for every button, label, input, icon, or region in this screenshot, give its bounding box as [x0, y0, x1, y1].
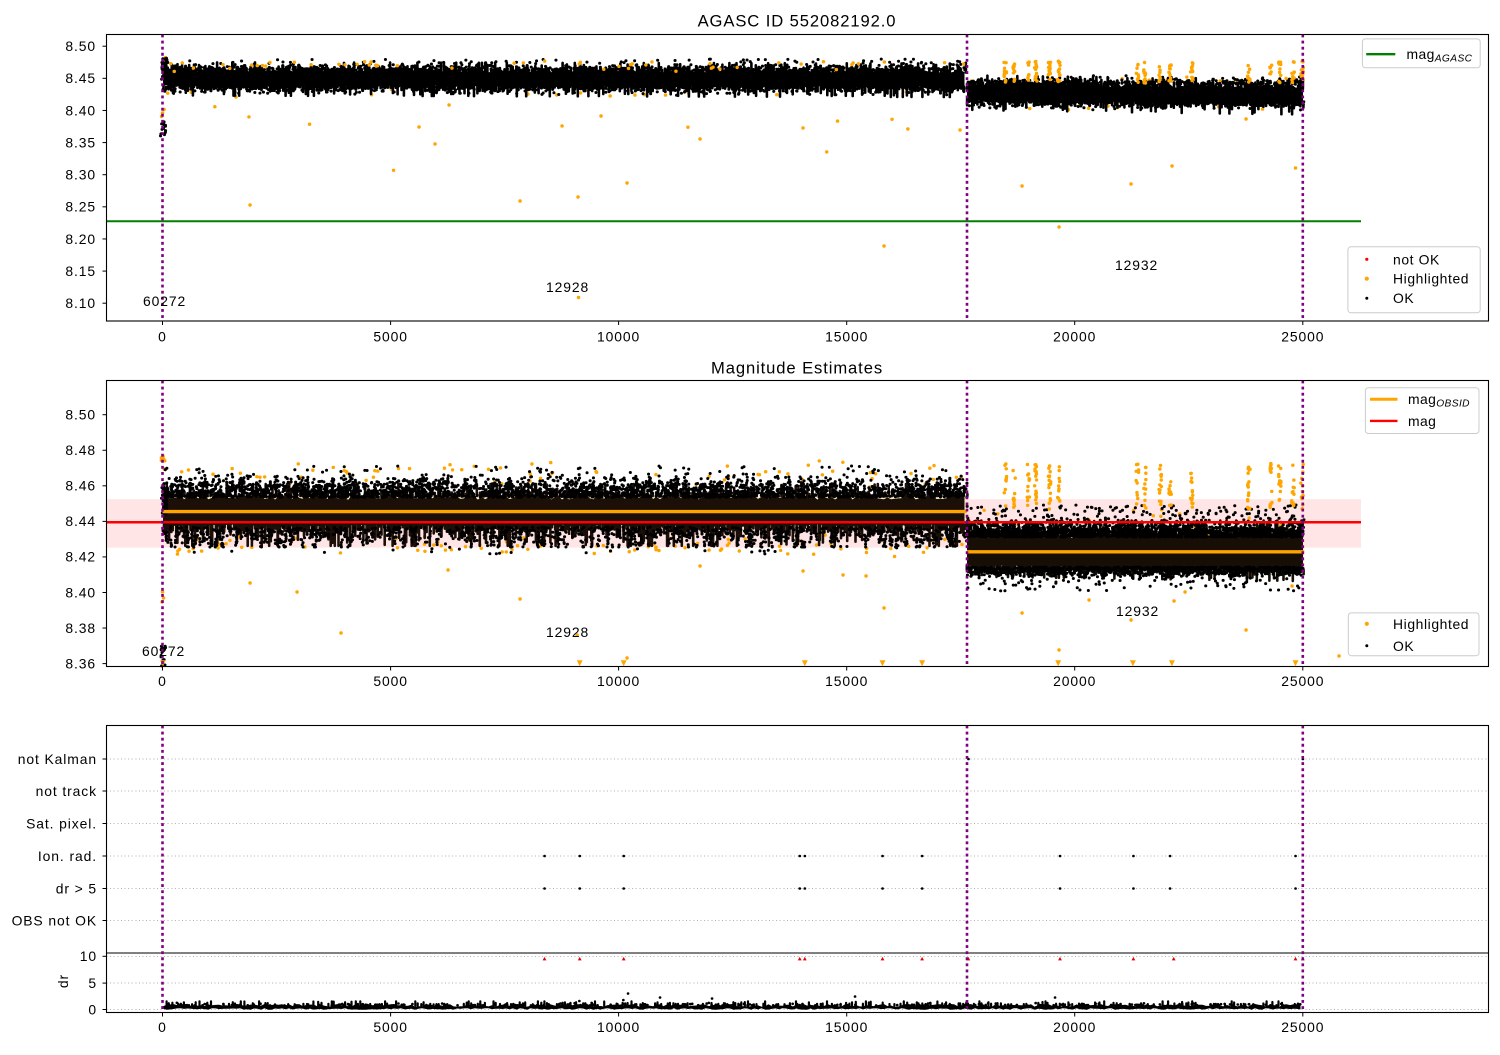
- svg-text:dr: dr: [55, 974, 71, 988]
- svg-text:8.15: 8.15: [65, 263, 96, 279]
- svg-text:10000: 10000: [597, 673, 640, 689]
- svg-text:Magnitude Estimates: Magnitude Estimates: [711, 358, 883, 377]
- svg-text:20000: 20000: [1053, 328, 1096, 344]
- svg-text:0: 0: [88, 1001, 97, 1017]
- svg-text:8.46: 8.46: [65, 478, 96, 494]
- svg-text:8.50: 8.50: [65, 407, 96, 423]
- svg-text:8.25: 8.25: [65, 199, 96, 215]
- svg-text:20000: 20000: [1053, 673, 1096, 689]
- svg-text:12928: 12928: [546, 279, 589, 295]
- svg-text:AGASC ID 552082192.0: AGASC ID 552082192.0: [698, 12, 897, 31]
- svg-text:25000: 25000: [1281, 328, 1324, 344]
- svg-text:15000: 15000: [825, 328, 868, 344]
- svg-text:8.36: 8.36: [65, 655, 96, 671]
- svg-text:dr > 5: dr > 5: [56, 880, 97, 896]
- svg-text:Highlighted: Highlighted: [1393, 271, 1469, 287]
- svg-text:5000: 5000: [373, 673, 408, 689]
- svg-text:Highlighted: Highlighted: [1393, 616, 1469, 632]
- svg-text:Ion. rad.: Ion. rad.: [38, 848, 97, 864]
- svg-text:8.40: 8.40: [65, 584, 96, 600]
- svg-text:0: 0: [158, 328, 167, 344]
- svg-text:8.42: 8.42: [65, 549, 96, 565]
- svg-text:8.38: 8.38: [65, 620, 96, 636]
- svg-text:25000: 25000: [1281, 673, 1324, 689]
- svg-text:10000: 10000: [597, 1019, 640, 1035]
- svg-text:not Kalman: not Kalman: [18, 751, 97, 767]
- svg-text:8.30: 8.30: [65, 167, 96, 183]
- svg-text:8.44: 8.44: [65, 513, 96, 529]
- svg-text:8.48: 8.48: [65, 442, 96, 458]
- svg-text:OK: OK: [1393, 638, 1414, 654]
- svg-text:8.45: 8.45: [65, 70, 96, 86]
- svg-text:8.40: 8.40: [65, 102, 96, 118]
- svg-text:25000: 25000: [1281, 1019, 1324, 1035]
- svg-text:not OK: not OK: [1393, 251, 1440, 267]
- svg-text:8.35: 8.35: [65, 134, 96, 150]
- svg-text:15000: 15000: [825, 1019, 868, 1035]
- svg-text:12932: 12932: [1115, 257, 1158, 273]
- svg-text:20000: 20000: [1053, 1019, 1096, 1035]
- svg-text:60272: 60272: [143, 293, 186, 309]
- svg-text:5000: 5000: [373, 1019, 408, 1035]
- svg-text:5: 5: [88, 975, 97, 991]
- svg-text:10: 10: [80, 948, 97, 964]
- svg-text:Sat. pixel.: Sat. pixel.: [26, 815, 97, 831]
- svg-text:10000: 10000: [597, 328, 640, 344]
- svg-text:5000: 5000: [373, 328, 408, 344]
- svg-text:60272: 60272: [142, 643, 185, 659]
- svg-text:0: 0: [158, 673, 167, 689]
- svg-text:8.20: 8.20: [65, 231, 96, 247]
- svg-text:8.10: 8.10: [65, 295, 96, 311]
- svg-text:not track: not track: [36, 783, 97, 799]
- svg-text:12932: 12932: [1116, 603, 1159, 619]
- svg-text:0: 0: [158, 1019, 167, 1035]
- svg-text:OBS not OK: OBS not OK: [12, 912, 97, 928]
- svg-text:15000: 15000: [825, 673, 868, 689]
- svg-text:8.50: 8.50: [65, 38, 96, 54]
- svg-text:mag: mag: [1408, 413, 1436, 429]
- svg-text:OK: OK: [1393, 290, 1414, 306]
- svg-text:12928: 12928: [546, 624, 589, 640]
